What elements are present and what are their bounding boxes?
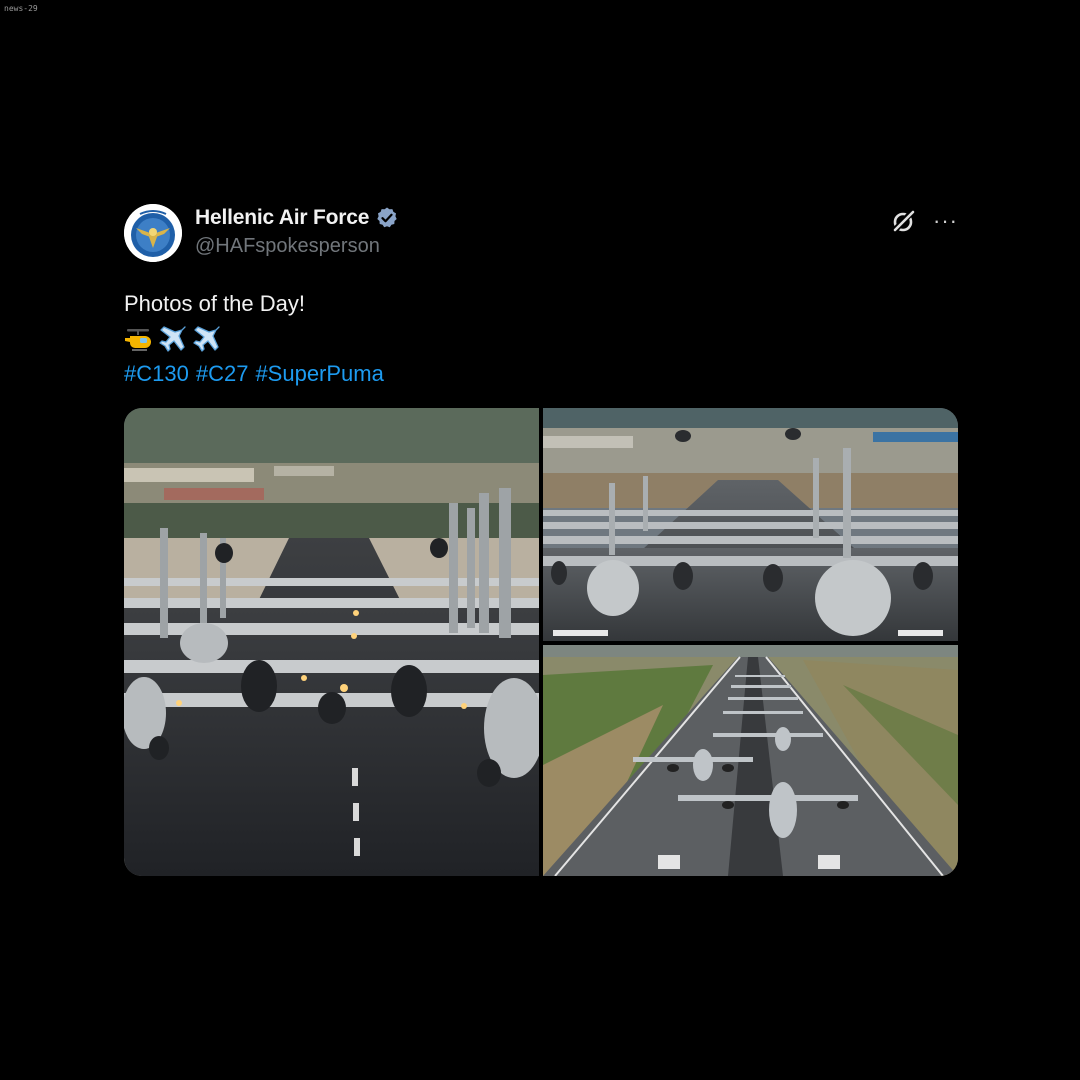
hashtag-link[interactable]: #C130 (124, 356, 189, 391)
photo-aircraft-lineup-closeup-icon (124, 408, 539, 876)
photo-aircraft-runway-aerial-icon (543, 645, 958, 876)
photo-aircraft-lineup-helicopters-icon (543, 408, 958, 641)
helicopter-emoji-icon (125, 328, 151, 351)
author-display-name[interactable]: Hellenic Air Force (195, 206, 369, 230)
watermark: news-29 (4, 4, 38, 13)
emoji-row (124, 321, 958, 356)
tweet-header: Hellenic Air Force @HAFspokesperson ··· (124, 200, 958, 264)
grok-icon[interactable] (891, 208, 917, 234)
hellenic-air-force-emblem-icon (124, 204, 182, 262)
media-grid (124, 408, 958, 876)
photo-aircraft-lineup-closeup[interactable] (124, 408, 539, 876)
tweet-text: Photos of the Day! #C130 #C27 #SuperPuma (124, 286, 958, 391)
author-handle[interactable]: @HAFspokesperson (195, 235, 399, 258)
verified-badge-icon (377, 207, 397, 228)
tweet-card[interactable]: Hellenic Air Force @HAFspokesperson ··· … (124, 200, 958, 876)
avatar[interactable] (124, 204, 182, 262)
airplane-emoji-icon (193, 325, 220, 352)
tweet-text-line: Photos of the Day! (124, 291, 305, 316)
airplane-emoji-icon (159, 325, 186, 352)
hashtag-link[interactable]: #C27 (196, 356, 249, 391)
more-options-icon[interactable]: ··· (933, 210, 958, 232)
hashtag-list: #C130 #C27 #SuperPuma (124, 356, 958, 391)
photo-aircraft-runway-aerial[interactable] (543, 645, 958, 876)
photo-aircraft-lineup-helicopters[interactable] (543, 408, 958, 641)
hashtag-link[interactable]: #SuperPuma (255, 356, 383, 391)
